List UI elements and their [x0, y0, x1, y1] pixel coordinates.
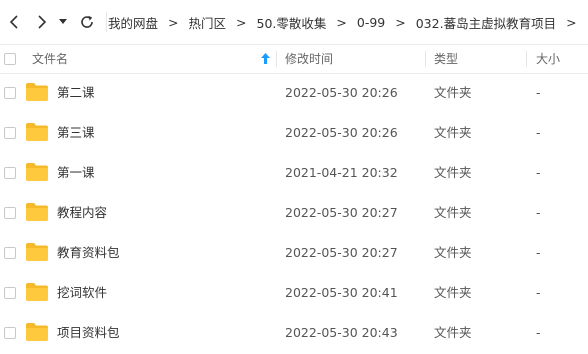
file-list: 第二课 2022-05-30 20:26 文件夹 - 第三课 2022-05-3…	[0, 74, 588, 354]
breadcrumb-separator: >	[395, 14, 406, 30]
file-name[interactable]: 挖词软件	[57, 274, 107, 314]
column-divider	[526, 51, 527, 67]
file-name[interactable]: 教程内容	[57, 194, 107, 234]
table-header: 文件名 修改时间 类型 大小	[0, 44, 588, 74]
file-type: 文件夹	[434, 165, 472, 180]
breadcrumb-separator: >	[566, 14, 577, 30]
file-modified-time: 2022-05-30 20:26	[285, 85, 398, 100]
chevron-left-icon	[9, 15, 18, 29]
file-name[interactable]: 第三课	[57, 114, 95, 154]
breadcrumb-item-hot-zone[interactable]: 热门区	[189, 13, 227, 32]
breadcrumb-separator: >	[336, 14, 347, 30]
folder-icon	[26, 83, 48, 101]
navigation-bar: 我的网盘 > 热门区 > 50.零散收集 > 0-99 > 032.蕃岛主虚拟教…	[0, 0, 588, 44]
table-row[interactable]: 教程内容 2022-05-30 20:27 文件夹 -	[0, 194, 588, 234]
refresh-button[interactable]	[76, 11, 98, 33]
file-name[interactable]: 第二课	[57, 74, 95, 114]
column-header-modified[interactable]: 修改时间	[285, 45, 333, 73]
column-header-name[interactable]: 文件名	[32, 45, 68, 73]
column-divider	[276, 51, 277, 67]
folder-icon	[26, 163, 48, 181]
table-row[interactable]: 第二课 2022-05-30 20:26 文件夹 -	[0, 74, 588, 114]
caret-down-icon	[59, 19, 67, 24]
column-header-size[interactable]: 大小	[536, 45, 560, 73]
file-size: -	[536, 245, 541, 260]
file-size: -	[536, 285, 541, 300]
file-type: 文件夹	[434, 245, 472, 260]
file-size: -	[536, 125, 541, 140]
row-checkbox[interactable]	[4, 327, 16, 339]
breadcrumb-item-misc-collection[interactable]: 50.零散收集	[257, 13, 327, 32]
file-type: 文件夹	[434, 325, 472, 340]
file-type: 文件夹	[434, 85, 472, 100]
file-modified-time: 2022-05-30 20:27	[285, 205, 398, 220]
history-dropdown-button[interactable]	[55, 11, 71, 33]
breadcrumb-item-current-folder[interactable]: 032.蕃岛主虚拟教育项目	[416, 13, 556, 32]
row-checkbox[interactable]	[4, 167, 16, 179]
table-row[interactable]: 第三课 2022-05-30 20:26 文件夹 -	[0, 114, 588, 154]
chevron-right-icon	[38, 15, 47, 29]
back-button[interactable]	[3, 11, 25, 33]
refresh-icon	[81, 15, 93, 28]
file-name[interactable]: 项目资料包	[57, 314, 120, 354]
folder-icon	[26, 123, 48, 141]
row-checkbox[interactable]	[4, 207, 16, 219]
breadcrumb-separator: >	[236, 14, 247, 30]
table-row[interactable]: 挖词软件 2022-05-30 20:41 文件夹 -	[0, 274, 588, 314]
breadcrumb-separator: >	[168, 14, 179, 30]
file-name[interactable]: 教育资料包	[57, 234, 120, 274]
select-all-checkbox[interactable]	[4, 53, 16, 65]
file-size: -	[536, 85, 541, 100]
file-size: -	[536, 165, 541, 180]
row-checkbox[interactable]	[4, 87, 16, 99]
forward-button[interactable]	[31, 11, 53, 33]
file-type: 文件夹	[434, 205, 472, 220]
row-checkbox[interactable]	[4, 127, 16, 139]
column-header-type[interactable]: 类型	[434, 45, 458, 73]
file-size: -	[536, 325, 541, 340]
file-size: -	[536, 205, 541, 220]
column-divider	[425, 51, 426, 67]
nav-divider	[106, 12, 107, 32]
file-modified-time: 2022-05-30 20:26	[285, 125, 398, 140]
table-row[interactable]: 第一课 2021-04-21 20:32 文件夹 -	[0, 154, 588, 194]
row-checkbox[interactable]	[4, 287, 16, 299]
file-modified-time: 2022-05-30 20:41	[285, 285, 398, 300]
file-name[interactable]: 第一课	[57, 154, 95, 194]
table-row[interactable]: 教育资料包 2022-05-30 20:27 文件夹 -	[0, 234, 588, 274]
folder-icon	[26, 203, 48, 221]
breadcrumb: 我的网盘 > 热门区 > 50.零散收集 > 0-99 > 032.蕃岛主虚拟教…	[108, 0, 587, 44]
sort-up-arrow-icon[interactable]	[261, 53, 270, 64]
folder-icon	[26, 323, 48, 341]
table-row[interactable]: 项目资料包 2022-05-30 20:43 文件夹 -	[0, 314, 588, 354]
breadcrumb-item-0-99[interactable]: 0-99	[357, 15, 385, 30]
file-type: 文件夹	[434, 125, 472, 140]
row-checkbox[interactable]	[4, 247, 16, 259]
folder-icon	[26, 283, 48, 301]
file-type: 文件夹	[434, 285, 472, 300]
file-modified-time: 2021-04-21 20:32	[285, 165, 398, 180]
breadcrumb-item-my-drive[interactable]: 我的网盘	[108, 13, 158, 32]
folder-icon	[26, 243, 48, 261]
file-modified-time: 2022-05-30 20:43	[285, 325, 398, 340]
file-modified-time: 2022-05-30 20:27	[285, 245, 398, 260]
